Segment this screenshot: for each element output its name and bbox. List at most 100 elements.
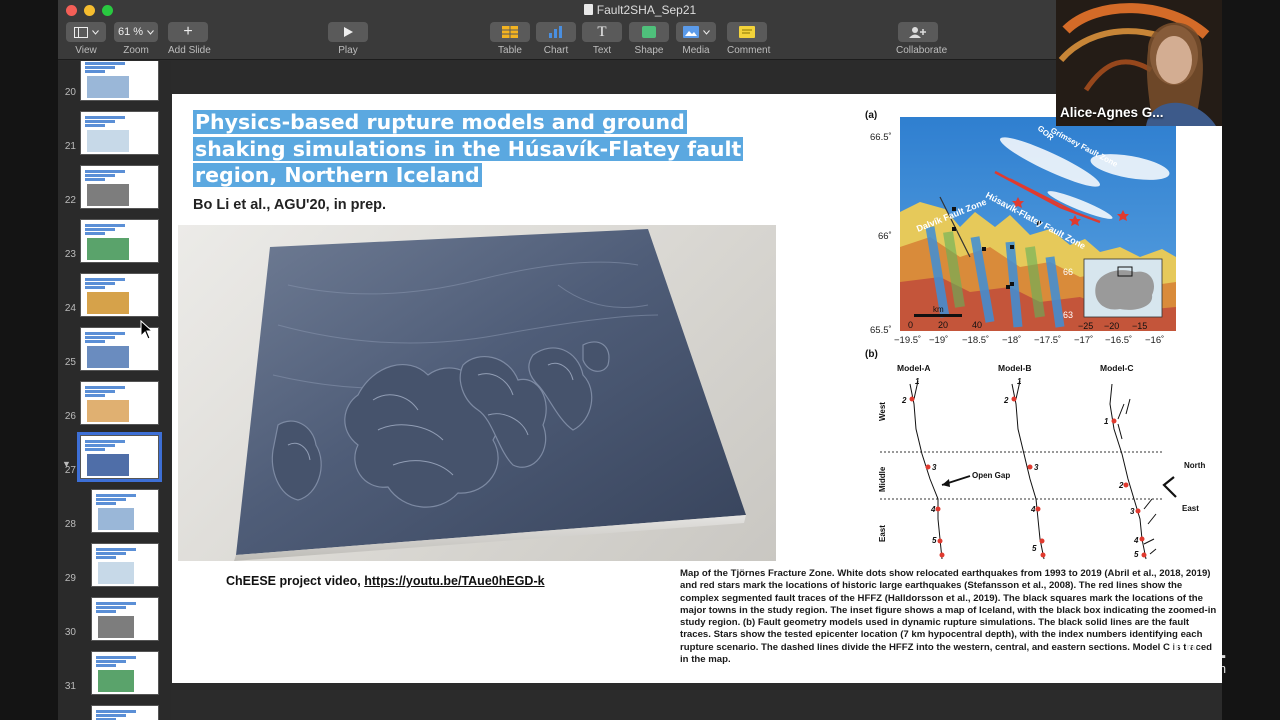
comment-label: Comment — [727, 45, 771, 56]
thumbnail-text-line — [96, 710, 136, 713]
slide-thumbnail[interactable] — [91, 651, 159, 695]
lon-tick-19-5: −19.5˚ — [894, 335, 922, 346]
play-triangle-icon — [343, 27, 353, 37]
navigator-slide-21[interactable]: 21 — [58, 105, 171, 155]
table-label: Table — [498, 45, 522, 56]
collaborate-button[interactable]: Collaborate — [896, 22, 948, 56]
scale-tick-40: 40 — [972, 320, 982, 330]
text-button[interactable]: T Text — [582, 22, 622, 56]
thumbnail-figure — [87, 346, 130, 368]
thumbnail-text-line — [85, 170, 125, 173]
inset-lon-20: −20 — [1104, 321, 1119, 331]
navigator-slide-27[interactable]: 27 — [58, 429, 171, 482]
current-slide[interactable]: Physics-based rupture models and ground … — [172, 94, 1222, 683]
comment-icon[interactable] — [727, 22, 767, 42]
model-a-num-1: 1 — [915, 377, 920, 386]
chart-button[interactable]: Chart — [536, 22, 576, 56]
navigator-slide-29[interactable]: 29 — [58, 537, 171, 587]
view-label: View — [75, 45, 97, 56]
thumbnail-text-line — [85, 224, 125, 227]
shape-icon[interactable] — [629, 22, 669, 42]
project-video-link[interactable]: ChEESE project video, https://youtu.be/T… — [226, 574, 545, 588]
play-button[interactable]: Play — [328, 22, 368, 56]
navigator-slide-22[interactable]: 22 — [58, 159, 171, 209]
comment-note-icon — [739, 26, 755, 38]
table-button[interactable]: Table — [490, 22, 530, 56]
title-bar: Fault2SHA_Sep21 — [58, 0, 1222, 20]
east-label: East — [878, 525, 887, 542]
zoom-value: 61 % — [117, 26, 144, 38]
slide-thumbnail[interactable] — [80, 381, 159, 425]
lon-tick-16-5: −16.5˚ — [1105, 335, 1133, 346]
collaborate-label: Collaborate — [896, 45, 948, 56]
slide-thumbnail[interactable] — [80, 61, 159, 101]
slide-author[interactable]: Bo Li et al., AGU'20, in prep. — [193, 197, 386, 213]
add-slide-icon[interactable]: + — [168, 22, 208, 42]
add-slide-label: Add Slide — [168, 45, 211, 56]
navigator-slide-25[interactable]: 25 — [58, 321, 171, 371]
3d-terrain-model-image[interactable] — [178, 225, 776, 561]
navigator-slide-23[interactable]: 23 — [58, 213, 171, 263]
zoom-button[interactable]: 61 % Zoom — [114, 22, 158, 56]
navigator-slide-26[interactable]: 26 — [58, 375, 171, 425]
tjornes-fracture-zone-map[interactable]: Húsavík-Flatey Fault Zone Dalvík Fault Z… — [900, 117, 1176, 331]
navigator-slide-28[interactable]: 28 — [58, 483, 171, 533]
chart-icon[interactable] — [536, 22, 576, 42]
slide-thumbnail[interactable] — [91, 597, 159, 641]
text-icon[interactable]: T — [582, 22, 622, 42]
play-icon[interactable] — [328, 22, 368, 42]
model-b-num-5: 5 — [1032, 544, 1037, 553]
toolbar: View 61 % Zoom + Add Slide Play Table Ch… — [58, 20, 1222, 60]
thumbnail-text-line — [96, 610, 116, 613]
media-icon[interactable] — [676, 22, 716, 42]
navigator-slide-31[interactable]: 31 — [58, 645, 171, 695]
open-gap-label: Open Gap — [972, 471, 1010, 480]
west-label: West — [878, 402, 887, 421]
model-b-num-2: 2 — [1003, 396, 1009, 405]
disclosure-triangle-icon[interactable]: ▼ — [62, 459, 71, 469]
comment-button[interactable]: Comment — [727, 22, 771, 56]
inset-lon-25: −25 — [1078, 321, 1093, 331]
slide-thumbnail[interactable] — [91, 543, 159, 587]
lon-tick-17: −17˚ — [1074, 335, 1094, 346]
thumbnail-text-line — [96, 606, 126, 609]
slide-number: 23 — [64, 249, 76, 260]
youtube-link[interactable]: https://youtu.be/TAue0hEGD-k — [364, 574, 544, 588]
add-slide-button[interactable]: + Add Slide — [168, 22, 211, 56]
model-a-header: Model-A — [897, 363, 931, 373]
collaborate-icon[interactable] — [898, 22, 938, 42]
participant-video-tile[interactable]: Alice-Agnes G... — [1056, 0, 1222, 126]
fault-models-diagram: Model-A Model-B Model-C West Middle East — [878, 363, 1205, 560]
model-a-num-4: 4 — [930, 505, 936, 514]
navigator-slide-30[interactable]: 30 — [58, 591, 171, 641]
inset-lat-66: 66 — [1063, 267, 1073, 277]
model-a-num-3: 3 — [932, 463, 937, 472]
navigator-slide-24[interactable]: 24 — [58, 267, 171, 317]
navigator-slide-20[interactable]: 20 — [58, 61, 171, 101]
thumbnail-text-line — [85, 66, 115, 69]
document-title-text: Fault2SHA_Sep21 — [596, 3, 697, 17]
shape-button[interactable]: Shape — [629, 22, 669, 56]
slide-thumbnail[interactable] — [91, 489, 159, 533]
screen-share-border-left — [0, 0, 58, 720]
lon-tick-18-5: −18.5˚ — [962, 335, 990, 346]
thumbnail-text-line — [85, 120, 115, 123]
navigator-slide-32[interactable]: 32 — [58, 699, 171, 720]
slide-thumbnail[interactable] — [80, 111, 159, 155]
zoom-select[interactable]: 61 % — [114, 22, 158, 42]
slide-thumbnail[interactable] — [91, 705, 159, 720]
slide-title[interactable]: Physics-based rupture models and ground … — [193, 109, 778, 189]
slide-number: 20 — [64, 87, 76, 98]
fault-geometry-models-figure[interactable]: Model-A Model-B Model-C West Middle East — [872, 359, 1222, 569]
table-icon[interactable] — [490, 22, 530, 42]
thumbnail-text-line — [85, 336, 115, 339]
slide-thumbnail[interactable] — [77, 432, 162, 482]
lon-tick-16: −16˚ — [1145, 335, 1165, 346]
slide-thumbnail[interactable] — [80, 165, 159, 209]
slide-thumbnail[interactable] — [80, 273, 159, 317]
view-button[interactable]: View — [66, 22, 106, 56]
slide-thumbnail[interactable] — [80, 219, 159, 263]
media-button[interactable]: Media — [676, 22, 716, 56]
view-button-face[interactable] — [66, 22, 106, 42]
slide-title-text[interactable]: Physics-based rupture models and ground … — [193, 110, 744, 187]
